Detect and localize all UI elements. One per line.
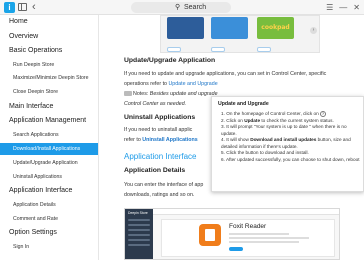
screenshot-titlebar — [153, 209, 339, 215]
screenshot-window-title: Deepin Store — [128, 211, 148, 215]
minimize-icon[interactable]: — — [339, 2, 347, 13]
sidebar-item-application-management[interactable]: Application Management — [0, 115, 98, 127]
step-bold: Download and install updates — [250, 137, 317, 143]
tooltip-step: 3. It will prompt "Your system is up to … — [221, 124, 347, 130]
step-text: button, size and — [316, 137, 351, 143]
screenshot-app-name: Foxit Reader — [229, 223, 267, 230]
search-input[interactable]: ⚲ Search — [131, 2, 231, 13]
screenshot-sidebar: Deepin Store — [125, 209, 153, 259]
screenshot-meta-line — [229, 233, 289, 235]
sidebar-item-application-interface[interactable]: Application Interface — [0, 185, 98, 197]
paragraph-text: downloads, ratings and so on. — [124, 192, 195, 198]
foxit-reader-icon — [199, 224, 221, 246]
tooltip-step: 1. On the homepage of Control Center, cl… — [221, 111, 361, 118]
step-text: 1. On the homepage of Control Center, cl… — [221, 111, 321, 117]
notes-continuation: Control Center as needed. — [124, 101, 186, 107]
sidebar-item-comment-and-rate[interactable]: Comment and Rate — [0, 213, 98, 225]
notes-paragraph: Notes: Besides update and upgrade — [124, 91, 218, 97]
screenshot-meta-line — [229, 241, 299, 243]
update-upgrade-tooltip: Update and Upgrade 1. On the homepage of… — [211, 96, 364, 192]
screenshot-nav-row — [128, 224, 150, 226]
sidebar-item-download-install[interactable]: Download/Install Applications — [0, 143, 98, 155]
screenshot-meta-line — [229, 237, 309, 239]
screenshot-nav-row — [128, 229, 150, 231]
paragraph-text: You can enter the interface of app — [124, 182, 204, 188]
paragraph-text: If you need to update and upgrade applic… — [124, 71, 327, 77]
step-bold: Update — [244, 117, 261, 123]
close-icon[interactable]: ✕ — [353, 2, 360, 13]
paragraph-text: operations refer to Update and Upgrade — [124, 81, 218, 87]
sidebar-item-maximize-minimize[interactable]: Maximize/Minimize Deepin Store — [0, 72, 98, 84]
banner-install-button — [257, 47, 271, 52]
text-span: refer to — [124, 137, 143, 143]
banner-thumbnail: cookpad — [257, 17, 294, 39]
update-upgrade-link[interactable]: Update and Upgrade — [168, 81, 217, 87]
section-title-application-details: Application Details — [124, 167, 186, 174]
section-title-update-upgrade: Update/Upgrade Application — [124, 57, 216, 64]
window-controls: ☰ — ✕ — [326, 2, 360, 13]
sidebar-item-main-interface[interactable]: Main Interface — [0, 101, 98, 113]
sidebar-toggle-icon[interactable] — [18, 3, 27, 11]
banner-thumbnail — [211, 17, 248, 39]
sidebar-item-close-deepin-store[interactable]: Close Deepin Store — [0, 86, 98, 98]
deepin-store-screenshot: Deepin Store Foxit Reader — [124, 208, 340, 260]
sidebar-item-run-deepin-store[interactable]: Run Deepin Store — [0, 59, 98, 71]
tooltip-steps: 1. On the homepage of Control Center, cl… — [221, 111, 361, 163]
step-text: 4. It will show — [221, 137, 251, 143]
title-bar: i ‹ ⚲ Search ☰ — ✕ — [0, 0, 364, 15]
cookpad-logo: cookpad — [261, 24, 290, 31]
uninstall-applications-link[interactable]: Uninstall Applications — [142, 137, 197, 143]
screenshot-app-panel: Foxit Reader — [161, 219, 335, 257]
screenshot-install-button — [229, 247, 243, 251]
sidebar-item-sign-in[interactable]: Sign In — [0, 241, 98, 253]
tooltip-step: 6. After updated successfully, you can c… — [221, 156, 360, 162]
notes-label: Notes: — [133, 91, 149, 97]
sidebar-item-application-details[interactable]: Application Details — [0, 199, 98, 211]
tooltip-step: 4. It will show Download and install upd… — [221, 137, 361, 144]
paragraph-text: refer to Uninstall Applications — [124, 137, 198, 143]
notes-text: Control Center as needed. — [124, 101, 187, 107]
help-icon: ? — [320, 111, 327, 117]
sidebar-item-search-applications[interactable]: Search Applications — [0, 129, 98, 141]
sidebar-item-update-upgrade[interactable]: Update/Upgrade Application — [0, 157, 98, 169]
paragraph-text: If you need to uninstall applic — [124, 127, 193, 133]
search-placeholder: Search — [184, 4, 207, 11]
section-title-application-interface: Application Interface — [124, 152, 197, 161]
notes-text: Besides update and upgrade — [148, 91, 218, 97]
sidebar: Home Overview Basic Operations Run Deepi… — [0, 15, 99, 260]
search-icon: ⚲ — [175, 4, 181, 11]
deepin-manual-logo-icon: i — [4, 2, 15, 13]
sidebar-item-option-settings[interactable]: Option Settings — [0, 227, 98, 239]
screenshot-nav-row — [128, 219, 150, 221]
screenshot-nav-row — [128, 234, 150, 236]
tooltip-title: Update and Upgrade — [218, 101, 269, 107]
banner-thumbnail — [167, 17, 204, 39]
text-span: operations refer to — [124, 81, 169, 87]
banner-install-button — [211, 47, 225, 52]
sidebar-item-basic-operations[interactable]: Basic Operations — [0, 45, 98, 57]
step-text: 2. Click on — [221, 117, 245, 123]
sidebar-item-overview[interactable]: Overview — [0, 31, 98, 43]
step-text: to check the current system status. — [260, 117, 334, 123]
section-title-uninstall: Uninstall Applications — [124, 114, 196, 121]
screenshot-nav-row — [128, 239, 150, 241]
menu-icon[interactable]: ☰ — [326, 2, 333, 13]
sidebar-item-home[interactable]: Home — [0, 16, 98, 28]
notes-icon — [124, 91, 132, 97]
store-banner-image: cookpad › — [160, 15, 320, 53]
sidebar-item-uninstall-applications[interactable]: Uninstall Applications — [0, 171, 98, 183]
screenshot-nav-row — [128, 244, 150, 246]
banner-install-button — [167, 47, 181, 52]
back-arrow-icon[interactable]: ‹ — [32, 0, 36, 15]
banner-next-icon: › — [310, 27, 317, 34]
